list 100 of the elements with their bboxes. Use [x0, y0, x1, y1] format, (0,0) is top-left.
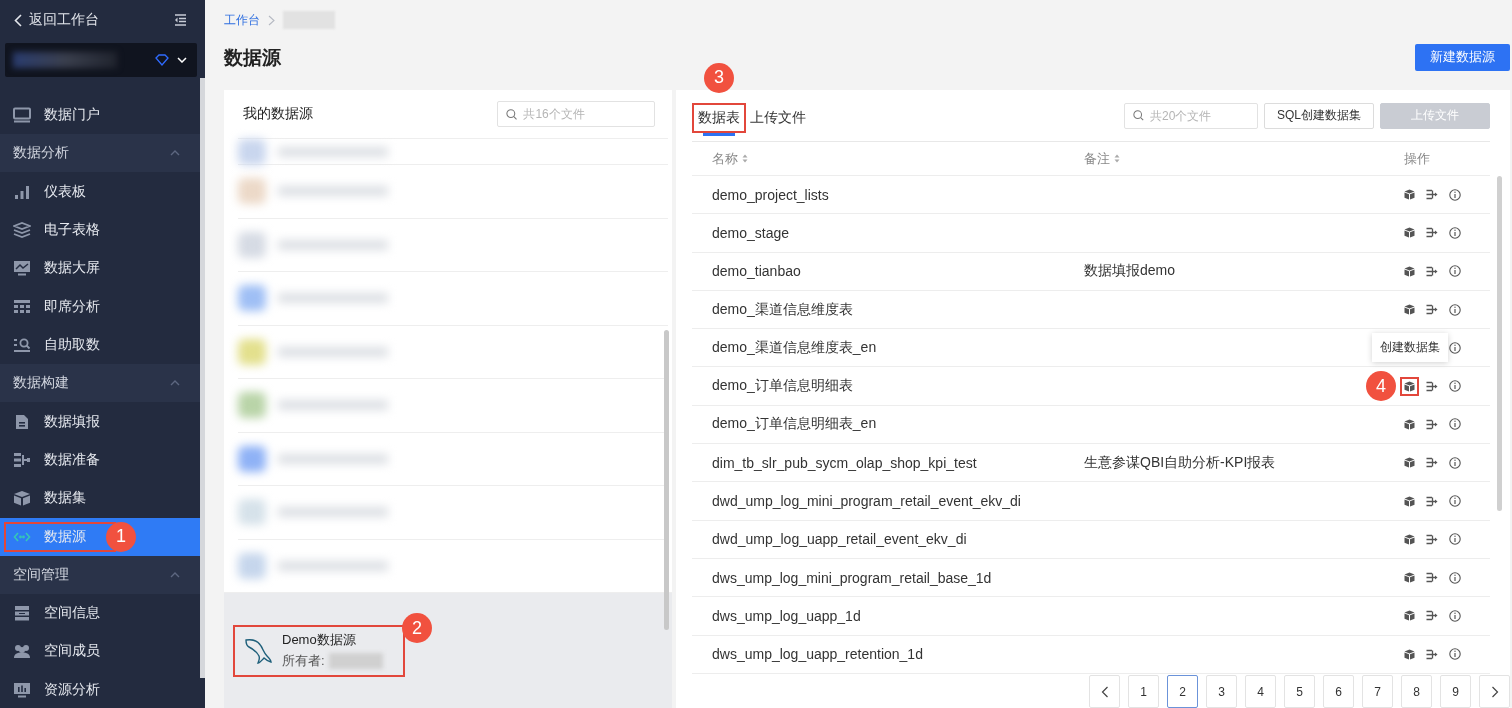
blurred-owner — [328, 653, 383, 669]
nav-item[interactable]: 数据填报 — [0, 402, 200, 441]
info-icon[interactable] — [1449, 418, 1461, 431]
info-icon[interactable] — [1449, 533, 1461, 546]
search-icon — [506, 107, 518, 121]
info-icon[interactable] — [1449, 226, 1461, 239]
nav-item[interactable]: 空间成员 — [0, 632, 200, 671]
page-button[interactable]: 1 — [1128, 675, 1159, 708]
breadcrumb-link[interactable]: 工作台 — [224, 11, 260, 29]
group-label: 数据构建 — [13, 374, 69, 393]
info-icon[interactable] — [1449, 303, 1461, 316]
info-icon[interactable] — [1449, 571, 1461, 584]
nav-label: 空间成员 — [44, 642, 100, 661]
table-name-cell-text: demo_渠道信息维度表_en — [711, 338, 878, 357]
search-field[interactable]: 共20个文件 — [1124, 102, 1258, 129]
scrollbar[interactable] — [200, 78, 205, 678]
scrollbar[interactable] — [1497, 176, 1502, 511]
search-field[interactable]: 共16个文件 — [497, 101, 655, 127]
bar-chart-icon — [13, 183, 31, 200]
table-name-cell-text: demo_订单信息明细表_en — [711, 415, 878, 434]
nav-item[interactable]: 资源分析 — [0, 670, 200, 708]
search-input[interactable]: 共20个文件 — [1150, 108, 1249, 123]
nav-item[interactable]: 即席分析 — [0, 287, 200, 326]
nav-label: 数据源 — [44, 527, 86, 546]
page-button[interactable]: 3 — [1206, 675, 1237, 708]
nav-item[interactable]: 空间信息 — [0, 593, 200, 633]
page-button[interactable]: 8 — [1401, 675, 1432, 708]
cube-icon[interactable] — [1404, 418, 1415, 430]
page-button[interactable]: 4 — [1245, 675, 1276, 708]
cube-icon[interactable] — [1404, 189, 1415, 201]
flow-icon[interactable] — [1426, 227, 1438, 239]
back-chevron-icon — [14, 13, 22, 27]
nav-item[interactable]: 自助取数 — [0, 325, 200, 365]
nav-label: 空间信息 — [44, 604, 100, 623]
flow-icon[interactable] — [1426, 648, 1438, 660]
monitor-icon — [13, 107, 31, 124]
cube-icon — [13, 490, 31, 507]
cube-icon[interactable] — [1404, 495, 1415, 507]
info-icon[interactable] — [1449, 265, 1461, 278]
info-icon[interactable] — [1449, 456, 1461, 469]
toolbar-button[interactable]: SQL创建数据集 — [1264, 102, 1374, 129]
nav-item[interactable]: 数据大屏 — [0, 249, 200, 288]
nav-item[interactable]: 仪表板 — [0, 172, 200, 211]
tab[interactable]: 上传文件 — [746, 102, 810, 133]
table-name-cell-text: dim_tb_slr_pub_sycm_olap_shop_kpi_test — [711, 454, 978, 471]
cube-icon[interactable] — [1404, 533, 1415, 545]
info-icon[interactable] — [1449, 380, 1461, 393]
back-link[interactable]: 返回工作台 — [14, 11, 99, 29]
collapse-menu-icon[interactable] — [174, 14, 187, 26]
page-button[interactable]: 6 — [1323, 675, 1354, 708]
cube-icon[interactable] — [1404, 648, 1415, 660]
search-input[interactable]: 共16个文件 — [523, 107, 646, 121]
group-label: 数据分析 — [13, 144, 69, 163]
document-icon — [13, 413, 31, 430]
info-icon[interactable] — [1449, 188, 1461, 201]
info-icon[interactable] — [1449, 609, 1461, 622]
nav-group-header[interactable]: 数据构建 — [0, 364, 200, 403]
flow-icon[interactable] — [1426, 610, 1438, 622]
info-icon[interactable] — [1449, 648, 1461, 661]
scrollbar[interactable] — [664, 330, 669, 630]
cube-icon[interactable] — [1404, 227, 1415, 239]
page-button[interactable]: 9 — [1440, 675, 1471, 708]
info-icon[interactable] — [1449, 495, 1461, 507]
cube-icon[interactable] — [1404, 572, 1415, 584]
flow-icon[interactable] — [1426, 572, 1438, 584]
flow-icon[interactable] — [1426, 533, 1438, 545]
nav-item[interactable]: 数据集 — [0, 479, 200, 518]
table-name-cell-text: dws_ump_log_mini_program_retail_base_1d — [711, 569, 993, 586]
flow-icon[interactable] — [1426, 495, 1438, 507]
flow-icon[interactable] — [1426, 189, 1438, 201]
nav-group-header[interactable]: 空间管理 — [0, 555, 200, 594]
nav-item[interactable]: 数据准备 — [0, 440, 200, 480]
new-datasource-button[interactable]: 新建数据源 — [1415, 43, 1510, 71]
nav-label: 即席分析 — [44, 297, 100, 316]
page-button[interactable]: 2 — [1167, 675, 1198, 708]
nav-item[interactable]: 电子表格 — [0, 210, 200, 250]
info-icon[interactable] — [1449, 341, 1461, 354]
flow-icon[interactable] — [1426, 265, 1438, 277]
cube-icon[interactable] — [1404, 457, 1415, 469]
diamond-icon — [155, 54, 169, 66]
datasource-name: Demo数据源 — [282, 631, 357, 649]
step-badge: 3 — [704, 62, 734, 93]
cube-icon[interactable] — [1404, 380, 1415, 392]
page-button[interactable]: 5 — [1284, 675, 1315, 708]
nav-group-header[interactable]: 数据分析 — [0, 134, 200, 173]
page-button[interactable]: 7 — [1362, 675, 1393, 708]
datasource-item[interactable]: Demo数据源 所有者: 2 — [224, 592, 672, 708]
flow-icon[interactable] — [1426, 457, 1438, 469]
nav-item[interactable]: 数据门户 — [0, 96, 200, 135]
column-header[interactable]: 名称 — [692, 149, 1084, 168]
flow-icon[interactable] — [1426, 304, 1438, 316]
cube-icon[interactable] — [1404, 265, 1415, 277]
column-header[interactable]: 操作 — [1404, 149, 1490, 168]
flow-icon[interactable] — [1426, 418, 1438, 430]
column-header[interactable]: 备注 — [1084, 149, 1404, 168]
flow-icon — [13, 451, 31, 468]
cube-icon[interactable] — [1404, 304, 1415, 316]
cube-icon[interactable] — [1404, 610, 1415, 622]
nav-item[interactable]: 数据源 1 — [0, 517, 200, 556]
flow-icon[interactable] — [1426, 380, 1438, 392]
